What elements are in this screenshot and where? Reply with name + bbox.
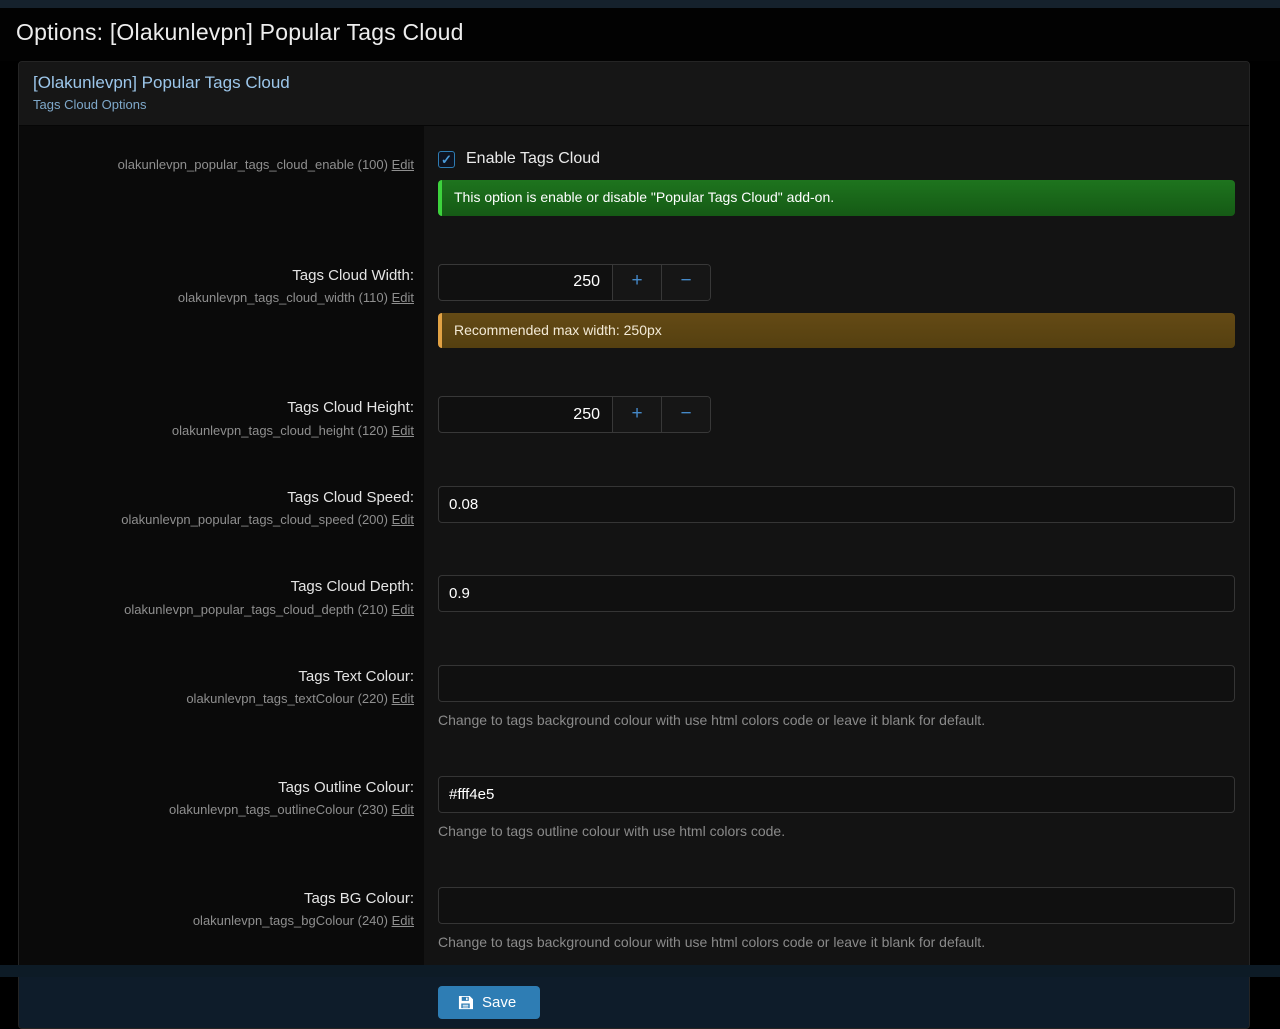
edit-link[interactable]: Edit	[392, 290, 414, 305]
option-hint: Change to tags background colour with us…	[438, 712, 1235, 728]
option-control-cell: Change to tags background colour with us…	[424, 865, 1249, 976]
option-id-text: olakunlevpn_popular_tags_cloud_speed (20…	[121, 512, 388, 527]
options-panel: [Olakunlevpn] Popular Tags Cloud Tags Cl…	[18, 61, 1250, 1029]
panel-title-link[interactable]: [Olakunlevpn] Popular Tags Cloud	[33, 73, 1235, 93]
option-id: olakunlevpn_tags_textColour (220) Edit	[29, 691, 414, 706]
enable-checkbox[interactable]	[438, 151, 455, 168]
option-label-cell: Tags Cloud Width: olakunlevpn_tags_cloud…	[19, 242, 424, 375]
save-icon	[458, 995, 473, 1010]
bg-colour-input[interactable]	[438, 887, 1235, 924]
page-header: Options: [Olakunlevpn] Popular Tags Clou…	[0, 8, 1280, 61]
edit-link[interactable]: Edit	[392, 802, 414, 817]
option-row-enable: olakunlevpn_popular_tags_cloud_enable (1…	[19, 126, 1249, 242]
panel-footer: Save	[19, 976, 1249, 1028]
option-label: Tags Text Colour:	[29, 667, 414, 687]
option-id-text: olakunlevpn_tags_cloud_width (110)	[178, 290, 388, 305]
option-label: Tags Cloud Depth:	[29, 577, 414, 597]
options-form: olakunlevpn_popular_tags_cloud_enable (1…	[19, 126, 1249, 976]
increment-button[interactable]: +	[612, 397, 661, 432]
option-control-cell: Change to tags background colour with us…	[424, 643, 1249, 754]
option-control-cell: Change to tags outline colour with use h…	[424, 754, 1249, 865]
option-hint: Change to tags background colour with us…	[438, 934, 1235, 950]
save-button[interactable]: Save	[438, 986, 540, 1019]
option-id-text: olakunlevpn_tags_cloud_height (120)	[172, 423, 388, 438]
edit-link[interactable]: Edit	[392, 691, 414, 706]
page-title: Options: [Olakunlevpn] Popular Tags Clou…	[16, 19, 1264, 46]
option-hint: Change to tags outline colour with use h…	[438, 823, 1235, 839]
warning-notice: Recommended max width: 250px	[438, 313, 1235, 349]
option-label-cell: Tags Cloud Depth: olakunlevpn_popular_ta…	[19, 553, 424, 643]
save-button-label: Save	[482, 994, 516, 1011]
option-label: Tags Cloud Height:	[29, 398, 414, 418]
option-id: olakunlevpn_tags_cloud_width (110) Edit	[29, 290, 414, 305]
option-id: olakunlevpn_tags_cloud_height (120) Edit	[29, 423, 414, 438]
bottom-page-strip	[0, 965, 1280, 977]
width-input[interactable]	[439, 265, 612, 300]
option-id: olakunlevpn_popular_tags_cloud_speed (20…	[29, 512, 414, 527]
option-label: Tags Outline Colour:	[29, 778, 414, 798]
enable-checkbox-line: Enable Tags Cloud	[438, 150, 1235, 168]
option-row-height: Tags Cloud Height: olakunlevpn_tags_clou…	[19, 374, 1249, 464]
option-id-text: olakunlevpn_popular_tags_cloud_depth (21…	[124, 602, 388, 617]
option-label-cell: Tags Text Colour: olakunlevpn_tags_textC…	[19, 643, 424, 754]
option-control-cell: + − Recommended max width: 250px	[424, 242, 1249, 375]
option-label: Tags BG Colour:	[29, 889, 414, 909]
success-notice: This option is enable or disable "Popula…	[438, 180, 1235, 216]
option-id-text: olakunlevpn_popular_tags_cloud_enable (1…	[118, 157, 388, 172]
option-id: olakunlevpn_tags_outlineColour (230) Edi…	[29, 802, 414, 817]
outline-colour-input[interactable]	[438, 776, 1235, 813]
option-label-cell: Tags BG Colour: olakunlevpn_tags_bgColou…	[19, 865, 424, 976]
option-id-text: olakunlevpn_tags_textColour (220)	[186, 691, 388, 706]
panel-header: [Olakunlevpn] Popular Tags Cloud Tags Cl…	[19, 62, 1249, 126]
option-control-cell	[424, 464, 1249, 554]
option-control-cell	[424, 553, 1249, 643]
option-row-width: Tags Cloud Width: olakunlevpn_tags_cloud…	[19, 242, 1249, 375]
width-spinner: + −	[438, 264, 711, 301]
edit-link[interactable]: Edit	[392, 913, 414, 928]
text-colour-input[interactable]	[438, 665, 1235, 702]
option-id: olakunlevpn_tags_bgColour (240) Edit	[29, 913, 414, 928]
option-label-cell: olakunlevpn_popular_tags_cloud_enable (1…	[19, 126, 424, 242]
edit-link[interactable]: Edit	[392, 602, 414, 617]
edit-link[interactable]: Edit	[392, 157, 414, 172]
option-label: Tags Cloud Width:	[29, 266, 414, 286]
option-label: Tags Cloud Speed:	[29, 488, 414, 508]
decrement-button[interactable]: −	[661, 397, 710, 432]
speed-input[interactable]	[438, 486, 1235, 523]
option-control-cell: + −	[424, 374, 1249, 464]
height-input[interactable]	[439, 397, 612, 432]
option-label-cell: Tags Cloud Height: olakunlevpn_tags_clou…	[19, 374, 424, 464]
decrement-button[interactable]: −	[661, 265, 710, 300]
option-id-text: olakunlevpn_tags_outlineColour (230)	[169, 802, 388, 817]
option-row-speed: Tags Cloud Speed: olakunlevpn_popular_ta…	[19, 464, 1249, 554]
edit-link[interactable]: Edit	[392, 423, 414, 438]
option-row-text-colour: Tags Text Colour: olakunlevpn_tags_textC…	[19, 643, 1249, 754]
option-id: olakunlevpn_popular_tags_cloud_enable (1…	[29, 157, 414, 172]
top-browser-strip	[0, 0, 1280, 8]
edit-link[interactable]: Edit	[392, 512, 414, 527]
option-label-cell: Tags Cloud Speed: olakunlevpn_popular_ta…	[19, 464, 424, 554]
option-label-cell: Tags Outline Colour: olakunlevpn_tags_ou…	[19, 754, 424, 865]
option-row-depth: Tags Cloud Depth: olakunlevpn_popular_ta…	[19, 553, 1249, 643]
option-row-bg-colour: Tags BG Colour: olakunlevpn_tags_bgColou…	[19, 865, 1249, 976]
panel-subtitle-link[interactable]: Tags Cloud Options	[33, 97, 1235, 112]
option-control-cell: Enable Tags Cloud This option is enable …	[424, 126, 1249, 242]
enable-checkbox-label: Enable Tags Cloud	[466, 150, 600, 168]
option-id-text: olakunlevpn_tags_bgColour (240)	[193, 913, 388, 928]
depth-input[interactable]	[438, 575, 1235, 612]
height-spinner: + −	[438, 396, 711, 433]
increment-button[interactable]: +	[612, 265, 661, 300]
option-row-outline-colour: Tags Outline Colour: olakunlevpn_tags_ou…	[19, 754, 1249, 865]
option-id: olakunlevpn_popular_tags_cloud_depth (21…	[29, 602, 414, 617]
